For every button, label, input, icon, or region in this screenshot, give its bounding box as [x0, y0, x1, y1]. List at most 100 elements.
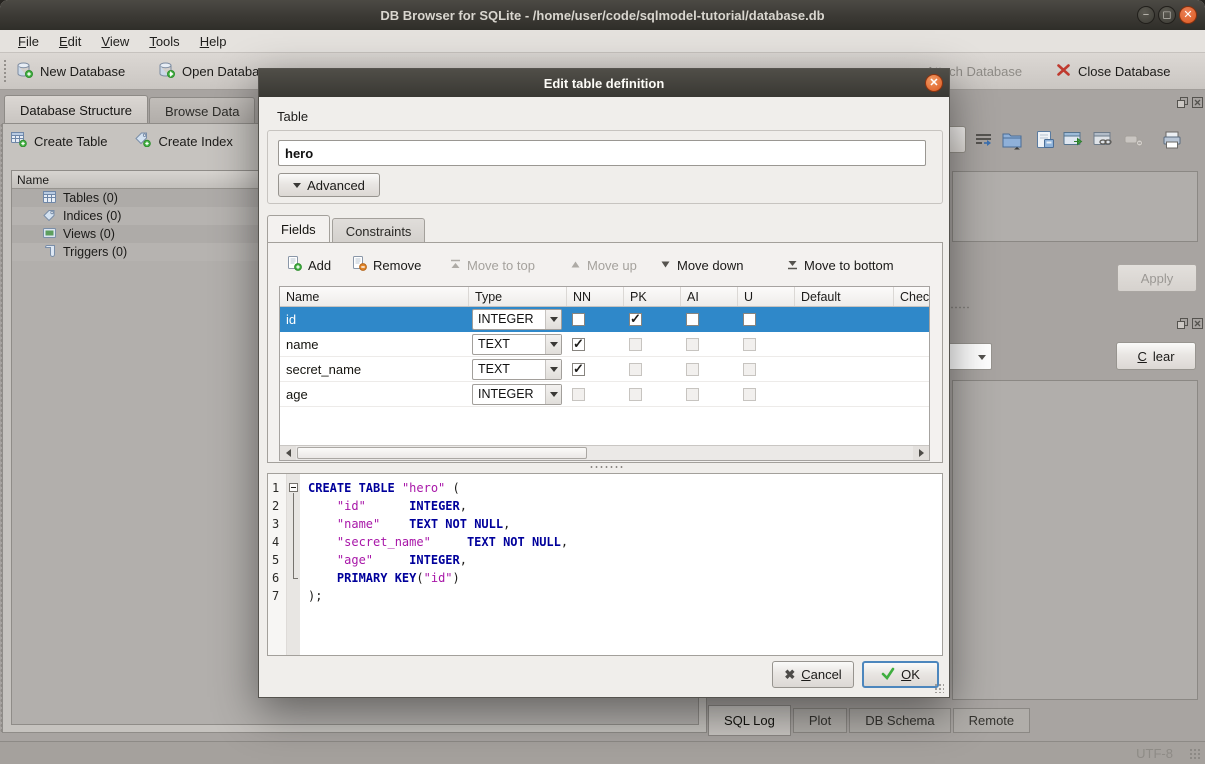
pk-checkbox[interactable]: [629, 313, 642, 326]
field-name[interactable]: age: [280, 382, 469, 406]
sql-code[interactable]: CREATE TABLE "hero" ( "id" INTEGER, "nam…: [300, 474, 942, 655]
column-header-u[interactable]: U: [738, 287, 795, 306]
dialog-resize-grip[interactable]: [934, 683, 944, 693]
move-to-bottom-button[interactable]: Move to bottom: [787, 252, 894, 278]
minimize-button[interactable]: −: [1137, 6, 1155, 24]
maximize-button[interactable]: ◻: [1158, 6, 1176, 24]
ai-checkbox[interactable]: [686, 338, 699, 351]
dialog-close-button[interactable]: ✕: [925, 74, 943, 92]
column-header-nn[interactable]: NN: [567, 287, 624, 306]
ok-button[interactable]: OK: [862, 661, 939, 688]
clear-log-button[interactable]: Clear: [1116, 342, 1196, 370]
move-to-top-button[interactable]: Move to top: [450, 252, 535, 278]
ai-checkbox[interactable]: [686, 363, 699, 376]
field-name[interactable]: name: [280, 332, 469, 356]
print-icon[interactable]: [1160, 127, 1184, 152]
check-cell[interactable]: [894, 332, 930, 356]
pk-checkbox[interactable]: [629, 338, 642, 351]
type-combobox[interactable]: INTEGER: [472, 384, 562, 405]
ai-checkbox[interactable]: [686, 313, 699, 326]
new-database-button[interactable]: New Database: [10, 59, 131, 84]
check-cell[interactable]: [894, 307, 930, 331]
scrollbar-thumb[interactable]: [297, 447, 587, 459]
import-file-icon[interactable]: [1001, 127, 1025, 152]
default-cell[interactable]: [795, 307, 894, 331]
table-name-input[interactable]: [278, 140, 926, 166]
nn-checkbox[interactable]: [572, 388, 585, 401]
type-combobox[interactable]: INTEGER: [472, 309, 562, 330]
dock-close-icon[interactable]: [1191, 96, 1203, 108]
move-up-button[interactable]: Move up: [570, 252, 637, 278]
tab-constraints[interactable]: Constraints: [332, 218, 426, 243]
menu-tools[interactable]: Tools: [139, 31, 189, 52]
bottom-tab-plot[interactable]: Plot: [793, 708, 847, 733]
u-checkbox[interactable]: [743, 313, 756, 326]
field-row-name[interactable]: nameTEXT: [280, 332, 929, 357]
check-cell[interactable]: [894, 357, 930, 381]
tab-browse-data[interactable]: Browse Data: [149, 97, 255, 124]
pk-checkbox[interactable]: [629, 388, 642, 401]
bottom-tab-sql-log[interactable]: SQL Log: [708, 705, 791, 736]
default-cell[interactable]: [795, 332, 894, 356]
menu-view[interactable]: View: [91, 31, 139, 52]
column-header-check[interactable]: Check: [894, 287, 930, 306]
dock-handle[interactable]: [0, 123, 3, 733]
word-wrap-icon[interactable]: [972, 127, 996, 152]
apply-cell-icon[interactable]: [1062, 127, 1086, 152]
field-name[interactable]: secret_name: [280, 357, 469, 381]
u-checkbox[interactable]: [743, 363, 756, 376]
column-header-default[interactable]: Default: [795, 287, 894, 306]
menu-edit[interactable]: Edit: [49, 31, 91, 52]
pk-checkbox[interactable]: [629, 363, 642, 376]
apply-button[interactable]: Apply: [1117, 264, 1197, 292]
type-combobox[interactable]: TEXT: [472, 359, 562, 380]
default-cell[interactable]: [795, 357, 894, 381]
set-null-icon[interactable]: [1122, 127, 1146, 152]
advanced-toggle-button[interactable]: Advanced: [278, 173, 380, 197]
nn-checkbox[interactable]: [572, 338, 585, 351]
check-cell[interactable]: [894, 382, 930, 406]
dock-close-icon[interactable]: [1191, 317, 1203, 329]
nn-checkbox[interactable]: [572, 313, 585, 326]
type-combobox[interactable]: TEXT: [472, 334, 562, 355]
u-checkbox[interactable]: [743, 388, 756, 401]
export-file-icon[interactable]: [1033, 127, 1057, 152]
create-index-button[interactable]: Create Index: [135, 132, 232, 150]
menu-help[interactable]: Help: [190, 31, 237, 52]
link-cell-icon[interactable]: [1092, 127, 1116, 152]
encoding-label[interactable]: UTF-8: [1136, 746, 1173, 761]
tab-database-structure[interactable]: Database Structure: [4, 95, 148, 124]
menu-file[interactable]: File: [8, 31, 49, 52]
move-down-button[interactable]: Move down: [660, 252, 743, 278]
field-row-age[interactable]: ageINTEGER: [280, 382, 929, 407]
toolbar-grip[interactable]: [3, 59, 8, 84]
ai-checkbox[interactable]: [686, 388, 699, 401]
add-field-button[interactable]: Add: [287, 252, 331, 278]
column-header-ai[interactable]: AI: [681, 287, 738, 306]
default-cell[interactable]: [795, 382, 894, 406]
scroll-right-icon[interactable]: [913, 446, 929, 460]
cancel-button[interactable]: ✖ Cancel: [772, 661, 854, 688]
resize-grip[interactable]: [1189, 748, 1201, 760]
fold-collapse-icon[interactable]: [289, 483, 298, 492]
column-header-type[interactable]: Type: [469, 287, 567, 306]
sql-log-view[interactable]: [952, 380, 1198, 700]
horizontal-scrollbar[interactable]: [280, 445, 929, 460]
remove-field-button[interactable]: Remove: [352, 252, 421, 278]
column-header-name[interactable]: Name: [280, 287, 469, 306]
bottom-tab-db-schema[interactable]: DB Schema: [849, 708, 950, 733]
scroll-left-icon[interactable]: [280, 446, 296, 460]
dialog-splitter[interactable]: [589, 465, 623, 469]
dock-float-icon[interactable]: [1176, 317, 1188, 329]
bottom-tab-remote[interactable]: Remote: [953, 708, 1031, 733]
close-database-button[interactable]: Close Database: [1050, 59, 1177, 84]
dock-float-icon[interactable]: [1176, 96, 1188, 108]
field-row-id[interactable]: idINTEGER: [280, 307, 929, 332]
tab-fields[interactable]: Fields: [267, 215, 330, 243]
window-close-button[interactable]: ✕: [1179, 6, 1197, 24]
create-table-button[interactable]: Create Table: [11, 132, 107, 150]
cell-editor-textarea[interactable]: [952, 171, 1198, 242]
nn-checkbox[interactable]: [572, 363, 585, 376]
u-checkbox[interactable]: [743, 338, 756, 351]
field-row-secret_name[interactable]: secret_nameTEXT: [280, 357, 929, 382]
